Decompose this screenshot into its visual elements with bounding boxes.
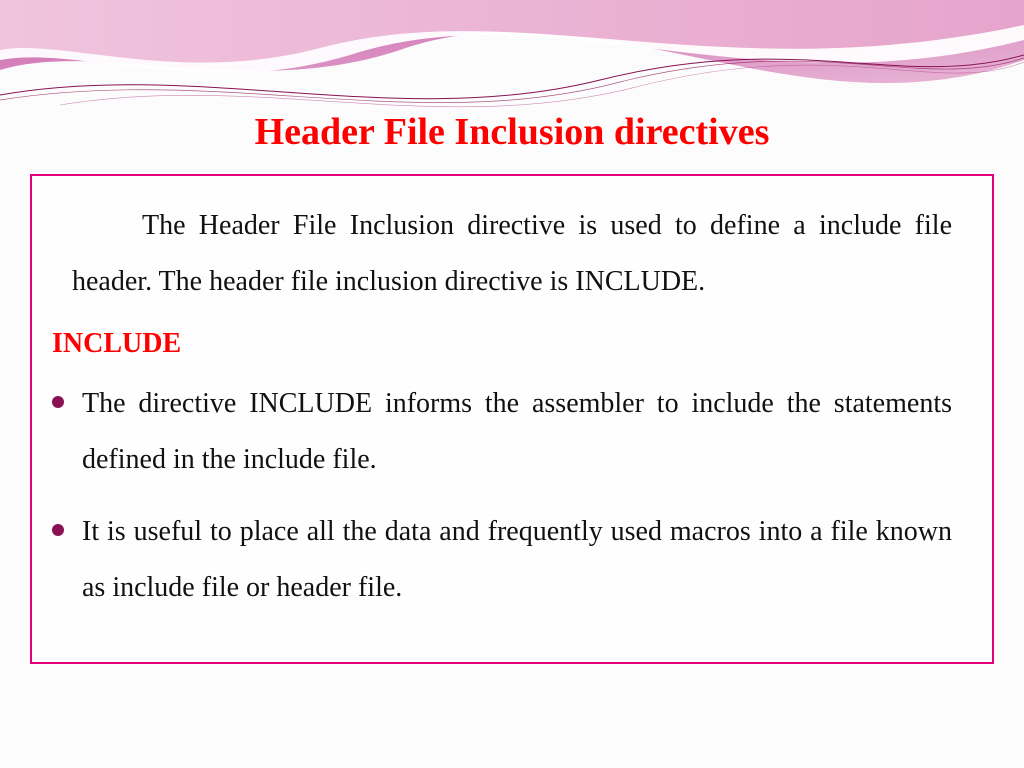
intro-paragraph: The Header File Inclusion directive is u…: [72, 198, 952, 310]
section-subhead: INCLUDE: [52, 328, 952, 360]
slide-content: Header File Inclusion directives The Hea…: [0, 0, 1024, 664]
content-box: The Header File Inclusion directive is u…: [30, 174, 994, 664]
slide-title: Header File Inclusion directives: [0, 110, 1024, 154]
bullet-list: The directive INCLUDE informs the assemb…: [72, 376, 952, 616]
list-item: It is useful to place all the data and f…: [72, 504, 952, 616]
list-item: The directive INCLUDE informs the assemb…: [72, 376, 952, 488]
